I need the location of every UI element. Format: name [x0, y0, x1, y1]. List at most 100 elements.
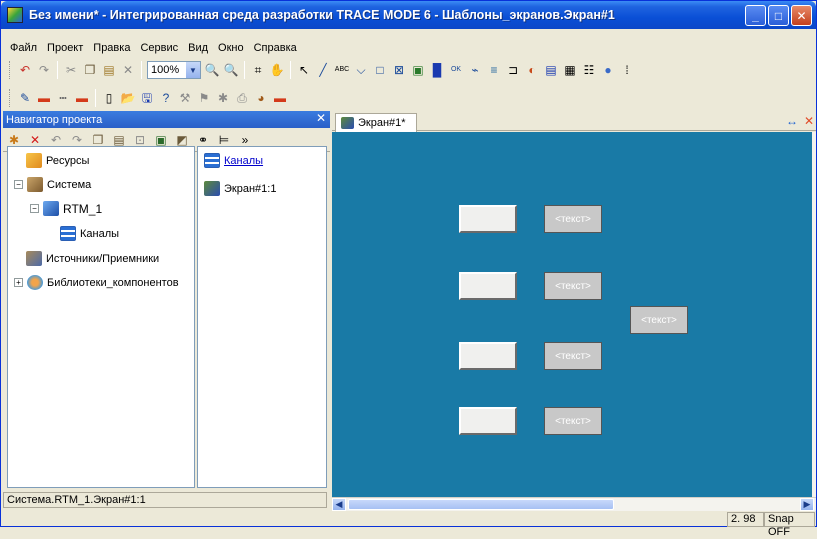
- pen-icon[interactable]: ✎: [17, 90, 33, 106]
- list-label-channels[interactable]: Каналы: [224, 155, 263, 167]
- color-bar-icon[interactable]: ▬: [272, 90, 288, 106]
- new-icon[interactable]: ▯: [101, 90, 117, 106]
- slider-icon[interactable]: ≡: [486, 62, 502, 78]
- zoom-out-icon[interactable]: 🔍: [223, 62, 239, 78]
- line-color-icon[interactable]: ▬: [36, 90, 52, 106]
- button-element-1[interactable]: [459, 205, 517, 233]
- open-icon[interactable]: 📂: [120, 90, 136, 106]
- led-icon[interactable]: ●: [600, 62, 616, 78]
- scroll-thumb[interactable]: [348, 499, 614, 510]
- main-toolbar: ↶ ↷ ✂ ❐ ▤ ✕ 100% ▼ 🔍 🔍 ⌗ ✋ ↖ ╱ ABC ⌵ □ ⊠…: [3, 57, 815, 83]
- tab-screen1[interactable]: Экран#1*: [335, 113, 417, 132]
- paste-icon[interactable]: ▤: [101, 62, 117, 78]
- tree-label-system: Система: [47, 178, 92, 191]
- list-item-screen[interactable]: Экран#1:1: [204, 181, 276, 196]
- screen-icon: [204, 181, 220, 196]
- grid-icon[interactable]: ⌗: [250, 62, 266, 78]
- graphic-canvas[interactable]: <текст> <текст> <текст> <текст> <текст>: [332, 132, 812, 497]
- list-label-screen: Экран#1:1: [224, 182, 277, 195]
- maximize-button[interactable]: □: [768, 5, 789, 26]
- print-icon[interactable]: ⎙: [234, 90, 250, 106]
- bar-icon[interactable]: █: [429, 62, 445, 78]
- debug-icon[interactable]: ✱: [215, 90, 231, 106]
- palette-icon[interactable]: ◕: [253, 90, 269, 106]
- text-element-3[interactable]: <текст>: [544, 342, 602, 370]
- tree-item-sources[interactable]: Источники/Приемники: [26, 251, 159, 266]
- close-icon[interactable]: ✕: [316, 111, 326, 125]
- vertical-scrollbar[interactable]: [812, 132, 816, 497]
- minimize-button[interactable]: _: [745, 5, 766, 26]
- collapse-icon[interactable]: −: [14, 180, 23, 189]
- tree-label-resources: Ресурсы: [46, 154, 90, 167]
- close-button[interactable]: ✕: [791, 5, 812, 26]
- text-element-1[interactable]: <текст>: [544, 205, 602, 233]
- switch-icon[interactable]: ⊐: [505, 62, 521, 78]
- more-icon[interactable]: ⁞: [619, 62, 635, 78]
- button-element-4[interactable]: [459, 407, 517, 435]
- menu-window[interactable]: Окно: [213, 42, 249, 54]
- tree-item-rtm[interactable]: − RTM_1: [30, 201, 102, 216]
- zoom-select[interactable]: 100% ▼: [147, 61, 201, 79]
- ok-button-icon[interactable]: OK: [448, 62, 464, 78]
- redo-icon[interactable]: ↷: [36, 62, 52, 78]
- save-icon[interactable]: 🖫: [139, 90, 155, 106]
- list-item-channels[interactable]: Каналы: [204, 153, 263, 168]
- menu-help[interactable]: Справка: [249, 42, 302, 54]
- line-icon[interactable]: ╱: [315, 62, 331, 78]
- button-element-3[interactable]: [459, 342, 517, 370]
- scroll-left-icon[interactable]: ◀: [332, 498, 346, 511]
- snap-status[interactable]: Snap OFF: [764, 512, 815, 538]
- menu-view[interactable]: Вид: [183, 42, 213, 54]
- undo-icon[interactable]: ↶: [17, 62, 33, 78]
- menu-project[interactable]: Проект: [42, 42, 88, 54]
- menu-file[interactable]: Файл: [5, 42, 42, 54]
- toolbar-separator: [95, 89, 96, 107]
- text-element-2[interactable]: <текст>: [544, 272, 602, 300]
- envelope-icon[interactable]: ⊠: [391, 62, 407, 78]
- text-abc-icon[interactable]: ABC: [334, 62, 350, 78]
- copy-icon[interactable]: ❐: [82, 62, 98, 78]
- fill-color-icon[interactable]: ▬: [74, 90, 90, 106]
- tree-item-libraries[interactable]: + Библиотеки_компонентов: [14, 275, 179, 290]
- tree-item-resources[interactable]: Ресурсы: [26, 153, 89, 168]
- help-icon[interactable]: ?: [158, 90, 174, 106]
- pointer-icon[interactable]: ↖: [296, 62, 312, 78]
- expand-icon[interactable]: +: [14, 278, 23, 287]
- tree-item-system[interactable]: − Система: [14, 177, 91, 192]
- chevron-down-icon[interactable]: ▼: [186, 62, 200, 78]
- trend-icon[interactable]: ⌁: [467, 62, 483, 78]
- close-tab-icon[interactable]: ✕: [804, 114, 814, 128]
- toolbar-grip[interactable]: [9, 89, 12, 107]
- sources-icon: [26, 251, 42, 266]
- polyline-icon[interactable]: ⌵: [353, 62, 369, 78]
- swap-icon[interactable]: ↔: [786, 114, 798, 128]
- hand-icon[interactable]: ✋: [269, 62, 285, 78]
- text-element-4[interactable]: <текст>: [544, 407, 602, 435]
- tree-item-channels[interactable]: Каналы: [60, 226, 119, 241]
- build-icon[interactable]: ⚒: [177, 90, 193, 106]
- menu-bar: Файл Проект Правка Сервис Вид Окно Справ…: [1, 39, 302, 57]
- rectangle-icon[interactable]: □: [372, 62, 388, 78]
- chart-icon[interactable]: ☷: [581, 62, 597, 78]
- rtm-icon: [43, 201, 59, 216]
- toolbar-grip[interactable]: [9, 61, 12, 79]
- tree-label-rtm: RTM_1: [63, 201, 103, 216]
- text-element-center[interactable]: <текст>: [630, 306, 688, 334]
- zoom-in-icon[interactable]: 🔍: [204, 62, 220, 78]
- list-icon[interactable]: ▤: [543, 62, 559, 78]
- horizontal-scrollbar[interactable]: ◀ ▶: [332, 497, 816, 511]
- scroll-right-icon[interactable]: ▶: [800, 498, 814, 511]
- button-element-2[interactable]: [459, 272, 517, 300]
- menu-service[interactable]: Сервис: [135, 42, 183, 54]
- title-bar[interactable]: Без имени* - Интегрированная среда разра…: [1, 1, 816, 29]
- cut-icon[interactable]: ✂: [63, 62, 79, 78]
- image-icon[interactable]: ▣: [410, 62, 426, 78]
- run-icon[interactable]: ⚑: [196, 90, 212, 106]
- gauge-icon[interactable]: ◐: [524, 62, 540, 78]
- line-style-icon[interactable]: ┅: [55, 90, 71, 106]
- toolbar-separator: [141, 61, 142, 79]
- menu-edit[interactable]: Правка: [88, 42, 135, 54]
- table-icon[interactable]: ▦: [562, 62, 578, 78]
- delete-icon[interactable]: ✕: [120, 62, 136, 78]
- collapse-icon[interactable]: −: [30, 204, 39, 213]
